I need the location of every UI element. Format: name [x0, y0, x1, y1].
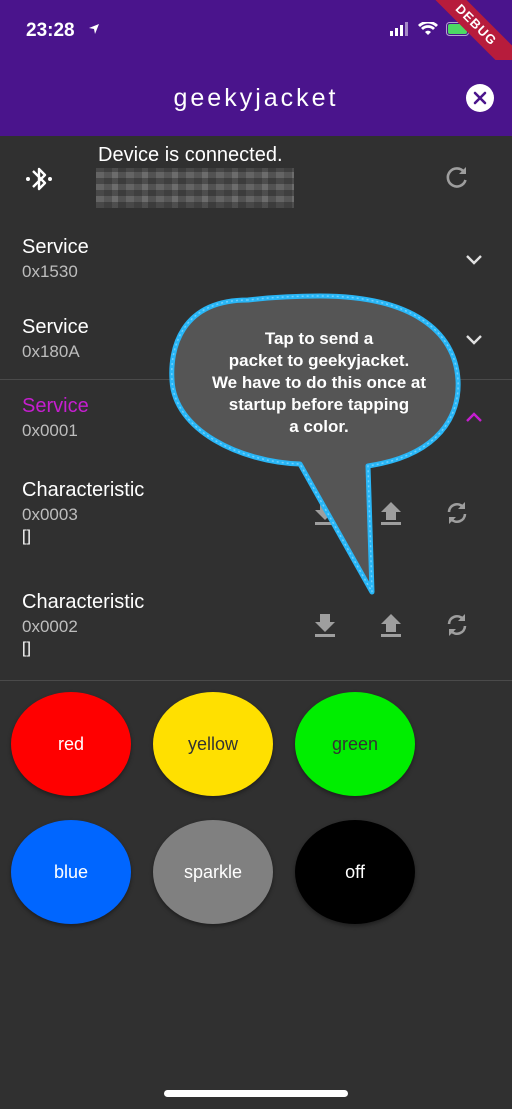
app-title: geekyjacket — [173, 84, 339, 112]
service-item-0001-expanded[interactable]: Service 0x0001 — [0, 380, 512, 464]
device-id-redacted — [96, 168, 294, 208]
sync-icon[interactable] — [444, 612, 470, 643]
service-title: Service — [22, 395, 89, 417]
sparkle-color-button[interactable]: sparkle — [153, 820, 273, 924]
status-bar: 23:28 DEBUG — [0, 0, 512, 83]
characteristic-item-0002: Characteristic 0x0002 [] — [0, 576, 512, 680]
chevron-up-icon[interactable] — [464, 410, 484, 429]
wifi-icon — [418, 20, 438, 41]
characteristic-title: Characteristic — [22, 591, 145, 613]
service-uuid: 0x1530 — [22, 262, 78, 281]
status-time: 23:28 — [26, 20, 75, 41]
chevron-down-icon[interactable] — [464, 332, 484, 351]
characteristic-value: [] — [22, 528, 31, 545]
chevron-down-icon[interactable] — [464, 252, 484, 271]
characteristic-value: [] — [22, 640, 31, 657]
service-uuid: 0x0001 — [22, 421, 78, 440]
refresh-icon[interactable] — [444, 164, 470, 195]
service-title: Service — [22, 236, 89, 258]
characteristic-uuid: 0x0002 — [22, 617, 78, 636]
color-button-label: blue — [53, 861, 89, 882]
divider — [0, 680, 512, 681]
green-color-button[interactable]: green — [295, 692, 415, 796]
service-uuid: 0x180A — [22, 342, 80, 361]
upload-icon[interactable] — [379, 500, 403, 531]
service-item-1530[interactable]: Service 0x1530 — [0, 226, 512, 306]
upload-icon[interactable] — [379, 612, 403, 643]
bluetooth-connected-icon — [24, 162, 54, 201]
service-title: Service — [22, 316, 89, 338]
characteristic-item-0003: Characteristic 0x0003 [] — [0, 464, 512, 576]
download-icon[interactable] — [313, 500, 337, 531]
characteristic-uuid: 0x0003 — [22, 505, 78, 524]
close-icon — [473, 91, 487, 105]
color-button-label: green — [331, 733, 379, 754]
device-status: Device is connected. — [98, 144, 283, 166]
download-icon[interactable] — [313, 612, 337, 643]
home-indicator[interactable] — [164, 1090, 348, 1097]
red-color-button[interactable]: red — [11, 692, 131, 796]
blue-color-button[interactable]: blue — [11, 820, 131, 924]
characteristic-title: Characteristic — [22, 479, 145, 501]
color-button-label: yellow — [187, 733, 239, 754]
color-button-label: sparkle — [183, 861, 243, 882]
location-arrow-icon — [88, 22, 100, 40]
service-item-180a[interactable]: Service 0x180A — [0, 306, 512, 380]
signal-icon — [390, 22, 410, 41]
sync-icon[interactable] — [444, 500, 470, 531]
color-button-label: off — [345, 861, 365, 882]
color-button-label: red — [57, 733, 84, 754]
off-color-button[interactable]: off — [295, 820, 415, 924]
device-row: Device is connected. — [0, 136, 512, 226]
close-button[interactable] — [466, 84, 494, 112]
app-bar: geekyjacket — [0, 60, 512, 136]
yellow-color-button[interactable]: yellow — [153, 692, 273, 796]
